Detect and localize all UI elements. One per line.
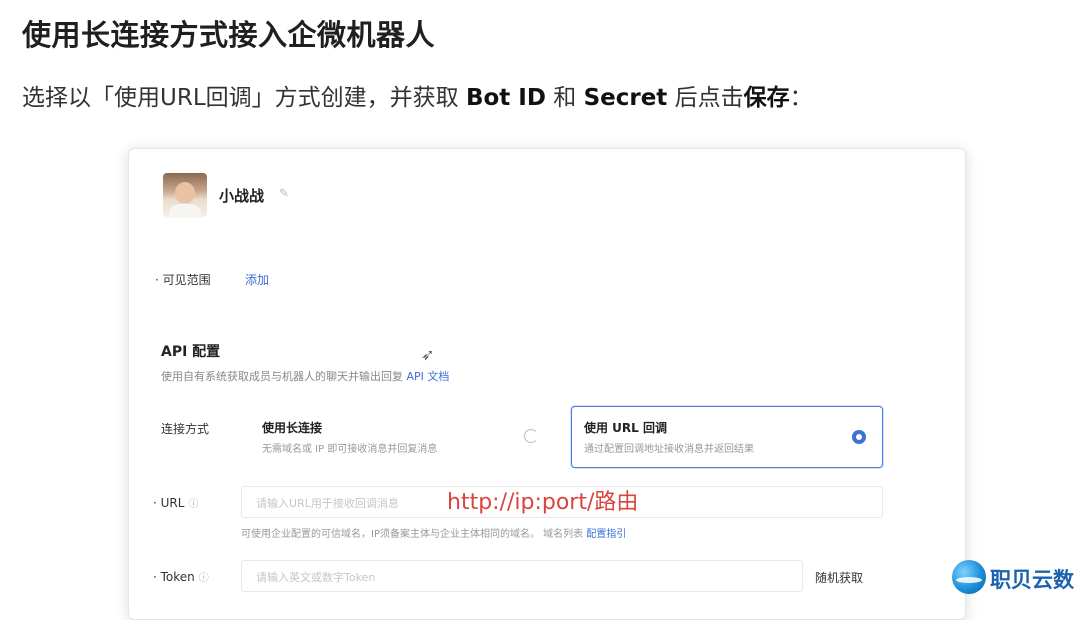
instruction-part-2: 和 bbox=[545, 85, 584, 111]
brand-globe-icon bbox=[952, 560, 986, 594]
url-hint-text: 可使用企业配置的可信域名，IP须备案主体与企业主体相同的域名。 bbox=[241, 529, 540, 540]
domain-list-text[interactable]: 域名列表 bbox=[543, 529, 583, 540]
radio-unselected-icon[interactable] bbox=[524, 429, 538, 443]
url-hint: 可使用企业配置的可信域名，IP须备案主体与企业主体相同的域名。 域名列表 配置指… bbox=[241, 525, 626, 540]
token-label-text: Token bbox=[160, 570, 195, 584]
token-label: · Token ⓘ bbox=[153, 570, 209, 584]
avatar-body bbox=[169, 203, 201, 218]
api-config-desc: 使用自有系统获取成员与机器人的聊天并输出回复 API 文档 bbox=[161, 368, 449, 384]
watermark-text: 职贝云数 bbox=[990, 568, 1074, 592]
instruction-part-1: 选择以「使用URL回调」方式创建，并获取 bbox=[22, 85, 466, 111]
bot-avatar[interactable] bbox=[163, 173, 207, 218]
url-annotation: http://ip:port/路由 bbox=[447, 490, 639, 515]
bot-name: 小战战 bbox=[219, 187, 265, 205]
api-doc-link[interactable]: API 文档 bbox=[407, 370, 450, 383]
instruction-part-4: ： bbox=[789, 85, 813, 111]
random-token-button[interactable]: 随机获取 bbox=[815, 569, 863, 586]
option-url-callback-desc: 通过配置回调地址接收消息并返回结果 bbox=[584, 444, 754, 455]
instruction-save: 保存 bbox=[743, 85, 790, 111]
url-label: · URL ⓘ bbox=[153, 496, 199, 510]
radio-selected-icon[interactable] bbox=[852, 430, 866, 444]
option-url-callback-title: 使用 URL 回调 bbox=[584, 421, 667, 435]
avatar-face bbox=[175, 182, 195, 204]
connection-label: 连接方式 bbox=[161, 422, 210, 436]
watermark-logo: 职贝云数 bbox=[952, 558, 1074, 598]
api-desc-text: 使用自有系统获取成员与机器人的聊天并输出回复 bbox=[161, 370, 403, 383]
add-visibility-link[interactable]: 添加 bbox=[245, 271, 269, 288]
url-placeholder: 请输入URL用于接收回调消息 bbox=[256, 497, 399, 510]
token-input[interactable]: 请输入英文或数字Token bbox=[241, 560, 803, 592]
option-long-connection[interactable]: 使用长连接 无需域名或 IP 即可接收消息并回复消息 bbox=[249, 406, 561, 468]
edit-icon[interactable]: ✎ bbox=[279, 186, 289, 200]
info-icon: ⓘ bbox=[188, 499, 199, 510]
instruction-part-3: 后点击 bbox=[667, 85, 744, 111]
page-heading: 使用长连接方式接入企微机器人 bbox=[22, 18, 436, 52]
option-long-connection-title: 使用长连接 bbox=[262, 421, 323, 435]
visibility-label-text: 可见范围 bbox=[162, 273, 211, 287]
instruction-text: 选择以「使用URL回调」方式创建，并获取 Bot ID 和 Secret 后点击… bbox=[22, 78, 813, 112]
option-long-connection-desc: 无需域名或 IP 即可接收消息并回复消息 bbox=[262, 444, 438, 455]
api-config-title: API 配置 bbox=[161, 344, 221, 360]
option-url-callback[interactable]: 使用 URL 回调 通过配置回调地址接收消息并返回结果 bbox=[571, 406, 883, 468]
bot-config-screenshot: 小战战 ✎ · 可见范围 添加 API 配置 使用自有系统获取成员与机器人的聊天… bbox=[128, 148, 966, 620]
config-guide-link[interactable]: 配置指引 bbox=[586, 529, 626, 540]
mouse-cursor-icon: ➶ bbox=[421, 345, 435, 364]
info-icon: ⓘ bbox=[198, 573, 209, 584]
instruction-bot-id: Bot ID bbox=[465, 85, 546, 111]
instruction-secret: Secret bbox=[583, 85, 668, 111]
token-placeholder: 请输入英文或数字Token bbox=[256, 571, 376, 584]
visibility-label: · 可见范围 bbox=[155, 273, 211, 287]
url-label-text: URL bbox=[160, 496, 185, 510]
